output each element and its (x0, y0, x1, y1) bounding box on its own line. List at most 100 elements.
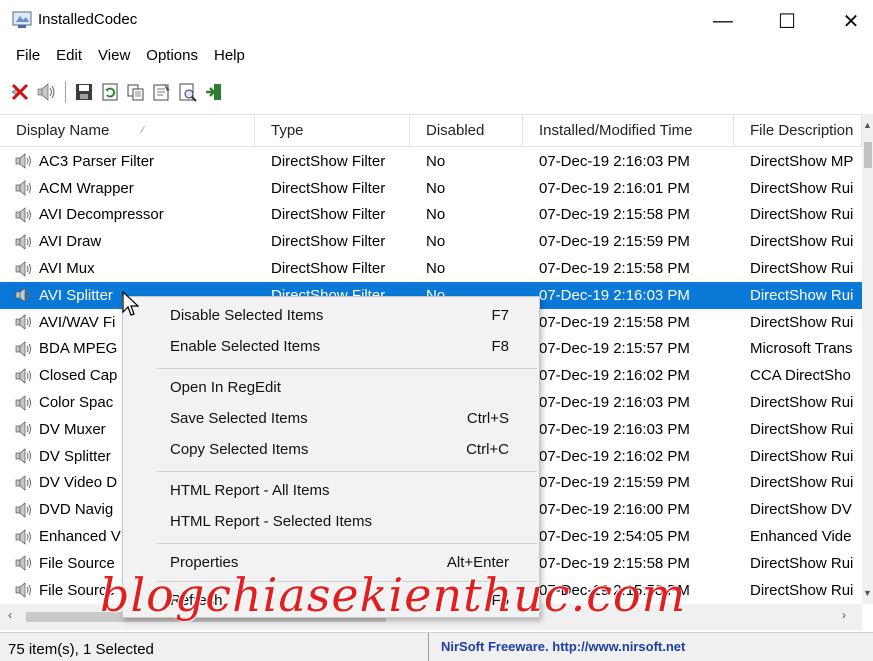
copy-icon (127, 84, 144, 101)
cell-file-description: DirectShow Rui (750, 313, 854, 331)
refresh-button[interactable] (98, 80, 122, 104)
close-button[interactable]: ✕ (828, 6, 873, 36)
cell-file-description: DirectShow Rui (750, 447, 854, 465)
cell-disabled: No (426, 179, 446, 197)
cell-installed-time: 07-Dec-19 2:16:02 PM (539, 367, 690, 385)
title-bar: InstalledCodec — ☐ ✕ (0, 0, 873, 42)
cell-installed-time: 07-Dec-19 2:15:58 PM (539, 206, 690, 224)
ctx-disable-selected[interactable]: Disable Selected Items F7 (123, 301, 539, 331)
ctx-separator (157, 471, 537, 472)
vertical-scroll-thumb[interactable] (864, 142, 872, 168)
table-row[interactable]: AVI Draw DirectShow Filter No 07-Dec-19 2:1… (0, 228, 862, 255)
ctx-save-selected[interactable]: Save Selected Items Ctrl+S (123, 404, 539, 434)
column-header-type[interactable]: Type (255, 115, 410, 147)
codec-speaker-icon (15, 260, 31, 277)
codec-speaker-icon (15, 528, 31, 545)
menu-help[interactable]: Help (206, 44, 253, 70)
cell-file-description: DirectShow Rui (750, 260, 854, 278)
cell-installed-time: 07-Dec-19 2:15:59 PM (539, 233, 690, 251)
status-bar: 75 item(s), 1 Selected NirSoft Freeware.… (0, 632, 873, 661)
cell-installed-time: 07-Dec-19 2:15:58 PM (539, 313, 690, 331)
cell-disabled: No (426, 152, 446, 170)
vertical-scrollbar[interactable]: ▲ ▼ (862, 114, 873, 604)
minimize-button[interactable]: — (700, 6, 746, 36)
table-row[interactable]: ACM Wrapper DirectShow Filter No 07-Dec-19 … (0, 175, 862, 202)
codec-speaker-icon (15, 287, 31, 304)
cell-file-description: CCA DirectSho (750, 367, 851, 385)
ctx-html-report-all[interactable]: HTML Report - All Items (123, 476, 539, 506)
scroll-left-icon[interactable]: ‹ (8, 608, 12, 622)
scroll-right-icon[interactable]: › (842, 608, 846, 622)
codec-speaker-icon (15, 234, 31, 250)
watermark: blogchiasekienthuc.com (100, 568, 687, 622)
cell-installed-time: 07-Dec-19 2:15:59 PM (539, 474, 690, 492)
column-header-disabled[interactable]: Disabled (410, 115, 523, 147)
save-icon (76, 84, 92, 100)
codec-speaker-icon (15, 582, 31, 598)
cell-file-description: DirectShow Rui (750, 394, 854, 412)
column-header-display-name[interactable]: Display Name ⁄ (0, 115, 255, 147)
ctx-copy-selected[interactable]: Copy Selected Items Ctrl+C (123, 435, 539, 465)
cell-display-name: AC3 Parser Filter (0, 152, 255, 170)
maximize-button[interactable]: ☐ (764, 6, 810, 36)
disable-button[interactable] (8, 80, 32, 104)
cell-file-description: Enhanced Vide (750, 528, 852, 546)
cell-type: DirectShow Filter (271, 179, 386, 197)
cell-file-description: DirectShow Rui (750, 474, 854, 492)
copy-button[interactable] (124, 80, 148, 104)
cell-display-name: AVI Decompressor (0, 206, 255, 224)
codec-speaker-icon (15, 421, 31, 438)
table-row[interactable]: AVI Decompressor DirectShow Filter No 07-De… (0, 202, 862, 229)
cell-installed-time: 07-Dec-19 2:16:02 PM (539, 447, 690, 465)
cell-installed-time: 07-Dec-19 2:54:05 PM (539, 528, 690, 546)
codec-speaker-icon (15, 207, 31, 223)
menu-edit[interactable]: Edit (48, 44, 90, 70)
html-report-icon (179, 83, 197, 102)
scroll-up-icon[interactable]: ▲ (863, 120, 872, 130)
ctx-open-in-regedit[interactable]: Open In RegEdit (123, 373, 539, 403)
cell-file-description: DirectShow MP (750, 152, 854, 170)
nirsoft-link[interactable]: NirSoft Freeware. http://www.nirsoft.net (428, 633, 873, 661)
cell-installed-time: 07-Dec-19 2:16:03 PM (539, 286, 690, 304)
cell-display-name: AVI Draw (0, 233, 255, 251)
save-button[interactable] (72, 80, 96, 104)
refresh-icon (102, 83, 118, 101)
cell-installed-time: 07-Dec-19 2:16:03 PM (539, 152, 690, 170)
menu-bar: File Edit View Options Help (0, 44, 873, 70)
cell-type: DirectShow Filter (271, 260, 386, 278)
toolbar (0, 76, 873, 108)
scroll-down-icon[interactable]: ▼ (863, 588, 872, 598)
codec-speaker-icon (15, 394, 31, 411)
table-row[interactable]: AVI Mux DirectShow Filter No 07-Dec-19 2:15… (0, 255, 862, 282)
cell-disabled: No (426, 233, 446, 251)
column-header-installed-time[interactable]: Installed/Modified Time (523, 115, 734, 147)
ctx-html-report-selected[interactable]: HTML Report - Selected Items (123, 507, 539, 537)
enable-button[interactable] (34, 80, 58, 104)
codec-speaker-icon (15, 448, 31, 464)
ctx-enable-selected[interactable]: Enable Selected Items F8 (123, 332, 539, 362)
app-icon (12, 11, 32, 28)
codec-speaker-icon (15, 555, 31, 572)
html-report-button[interactable] (176, 80, 200, 104)
menu-options[interactable]: Options (138, 44, 206, 70)
codec-speaker-icon (15, 341, 31, 357)
window-title: InstalledCodec (38, 11, 138, 28)
codec-speaker-icon (15, 502, 31, 518)
cell-disabled: No (426, 260, 446, 278)
table-row[interactable]: AC3 Parser Filter DirectShow Filter No 07-D… (0, 148, 862, 175)
ctx-separator (157, 543, 537, 544)
cell-file-description: DirectShow Rui (750, 286, 854, 304)
codec-speaker-icon (15, 153, 31, 170)
cell-file-description: DirectShow Rui (750, 581, 854, 599)
cell-type: DirectShow Filter (271, 152, 386, 170)
exit-button[interactable] (202, 80, 226, 104)
enable-icon (37, 83, 55, 101)
menu-file[interactable]: File (8, 44, 48, 70)
list-header: Display Name ⁄ Type Disabled Installed/M… (0, 115, 862, 147)
menu-view[interactable]: View (90, 44, 138, 70)
cell-disabled: No (426, 206, 446, 224)
column-header-file-description[interactable]: File Description (734, 115, 862, 147)
codec-speaker-icon (15, 475, 31, 491)
cell-type: DirectShow Filter (271, 206, 386, 224)
properties-button[interactable] (150, 80, 174, 104)
